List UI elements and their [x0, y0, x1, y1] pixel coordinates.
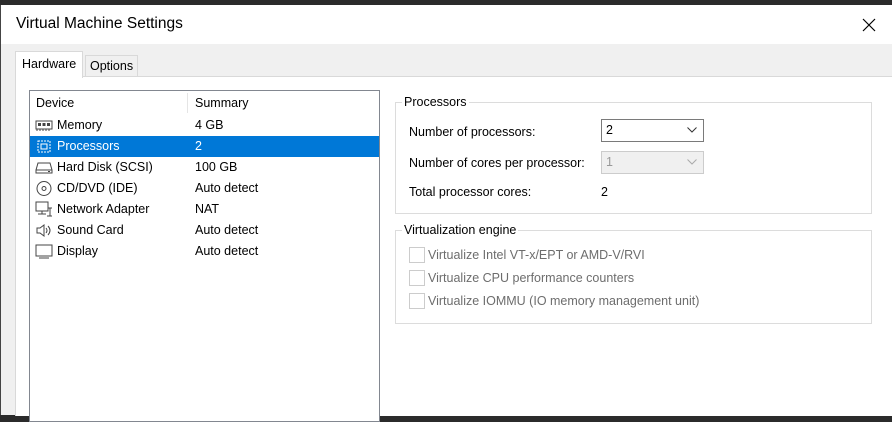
device-summary: 100 GB	[195, 160, 238, 174]
title-bar: Virtual Machine Settings	[1, 5, 892, 44]
hardware-tab-panel: Device Summary Memory 4 GB Processors 2 …	[15, 76, 892, 422]
vtx-checkbox[interactable]	[409, 247, 425, 263]
column-header-summary[interactable]: Summary	[195, 96, 248, 110]
device-summary: Auto detect	[195, 244, 259, 258]
cores-per-processor-dropdown[interactable]: 1	[601, 151, 704, 174]
close-icon	[862, 18, 876, 31]
device-row-processors[interactable]: Processors 2	[30, 136, 379, 157]
iommu-label: Virtualize IOMMU (IO memory management u…	[428, 294, 700, 308]
device-summary: Auto detect	[195, 223, 259, 237]
device-row-memory[interactable]: Memory 4 GB	[30, 115, 379, 136]
iommu-checkbox[interactable]	[409, 293, 425, 309]
cores-per-processor-value: 1	[606, 155, 613, 169]
processor-icon	[37, 140, 51, 153]
network-adapter-icon	[35, 201, 52, 217]
device-row-display[interactable]: Display Auto detect	[30, 241, 379, 262]
device-summary: NAT	[195, 202, 220, 216]
window-title: Virtual Machine Settings	[16, 15, 183, 32]
cpu-counters-checkbox[interactable]	[409, 270, 425, 286]
sound-card-icon	[36, 224, 51, 237]
close-button[interactable]	[846, 5, 892, 44]
total-cores-value: 2	[601, 185, 608, 199]
processors-group-label: Processors	[402, 95, 469, 109]
vm-settings-window: Virtual Machine Settings Hardware Option…	[0, 5, 892, 422]
device-name: Sound Card	[57, 223, 124, 237]
device-name: Processors	[57, 139, 120, 153]
tab-options[interactable]: Options	[85, 55, 139, 77]
device-summary: 4 GB	[195, 118, 224, 132]
memory-icon	[35, 120, 53, 131]
num-processors-value: 2	[606, 123, 613, 137]
device-row-sound-card[interactable]: Sound Card Auto detect	[30, 220, 379, 241]
num-processors-label: Number of processors:	[409, 125, 536, 139]
tab-hardware[interactable]: Hardware	[15, 51, 84, 78]
cores-per-processor-label: Number of cores per processor:	[409, 156, 585, 170]
chevron-down-icon	[687, 127, 697, 133]
device-name: CD/DVD (IDE)	[57, 181, 138, 195]
virtualization-engine-group: Virtualization engine Virtualize Intel V…	[395, 223, 872, 324]
total-cores-label: Total processor cores:	[409, 185, 532, 199]
cd-dvd-icon	[36, 181, 52, 196]
processors-group: Processors Number of processors: 2 Numbe…	[395, 95, 872, 214]
hard-disk-icon	[35, 162, 53, 174]
device-list[interactable]: Device Summary Memory 4 GB Processors 2 …	[29, 90, 380, 422]
cpu-counters-label: Virtualize CPU performance counters	[428, 271, 635, 285]
device-name: Network Adapter	[57, 202, 150, 216]
column-header-device[interactable]: Device	[36, 96, 74, 110]
chevron-down-icon	[687, 159, 697, 165]
device-row-hard-disk[interactable]: Hard Disk (SCSI) 100 GB	[30, 157, 379, 178]
num-processors-dropdown[interactable]: 2	[601, 119, 704, 142]
virtualization-group-label: Virtualization engine	[402, 223, 519, 237]
device-summary: Auto detect	[195, 181, 259, 195]
device-list-header: Device Summary	[30, 91, 379, 113]
device-row-network-adapter[interactable]: Network Adapter NAT	[30, 199, 379, 220]
device-name: Hard Disk (SCSI)	[57, 160, 153, 174]
device-row-cd-dvd[interactable]: CD/DVD (IDE) Auto detect	[30, 178, 379, 199]
device-name: Display	[57, 244, 98, 258]
device-summary: 2	[195, 139, 202, 153]
display-icon	[35, 244, 53, 259]
vtx-label: Virtualize Intel VT-x/EPT or AMD-V/RVI	[428, 248, 645, 262]
device-name: Memory	[57, 118, 103, 132]
